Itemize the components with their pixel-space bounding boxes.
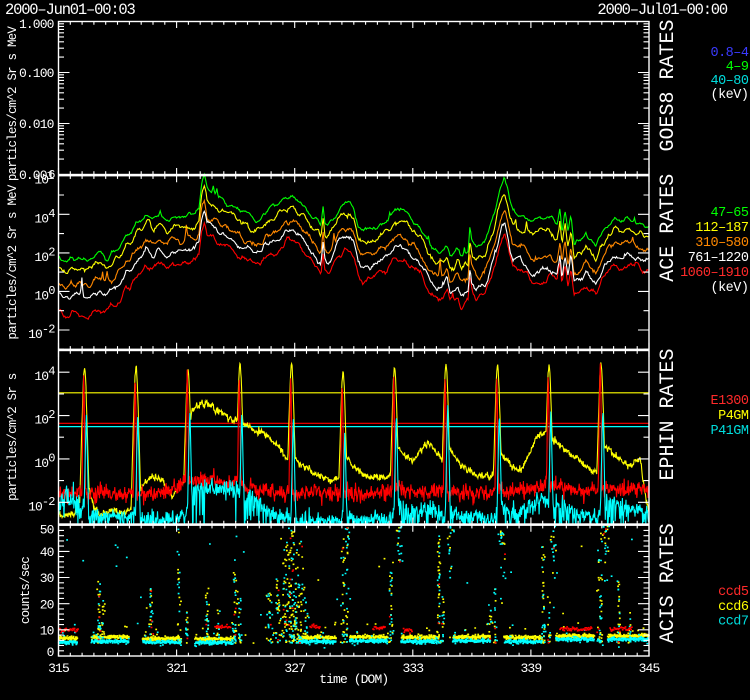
svg-text:1060–1910: 1060–1910 xyxy=(680,266,749,281)
svg-text:P4GM: P4GM xyxy=(718,409,749,424)
svg-text:345: 345 xyxy=(639,661,660,676)
svg-text:(keV): (keV) xyxy=(710,281,748,296)
svg-text:47–65: 47–65 xyxy=(710,206,748,221)
svg-text:339: 339 xyxy=(521,661,542,676)
svg-text:327: 327 xyxy=(284,661,305,676)
svg-text:0.010: 0.010 xyxy=(19,117,54,132)
svg-text:315: 315 xyxy=(48,661,69,676)
svg-text:GOES8 RATES: GOES8 RATES xyxy=(657,20,680,152)
svg-text:particles/cm^2 Sr s MeV: particles/cm^2 Sr s MeV xyxy=(6,184,20,339)
svg-text:310–580: 310–580 xyxy=(695,236,749,251)
svg-text:761–1220: 761–1220 xyxy=(688,251,749,266)
svg-text:10: 10 xyxy=(40,624,54,639)
svg-text:E1300: E1300 xyxy=(710,394,748,409)
svg-text:0: 0 xyxy=(47,645,54,660)
svg-text:1.000: 1.000 xyxy=(19,17,54,32)
svg-text:(keV): (keV) xyxy=(710,88,748,103)
svg-text:112–187: 112–187 xyxy=(695,221,749,236)
svg-text:ccd5: ccd5 xyxy=(718,585,749,600)
svg-text:2000–Jul01–00:00: 2000–Jul01–00:00 xyxy=(597,1,728,19)
svg-text:40: 40 xyxy=(40,545,54,560)
svg-text:20: 20 xyxy=(40,597,54,612)
svg-text:4–9: 4–9 xyxy=(726,60,749,75)
svg-text:30: 30 xyxy=(40,571,54,586)
svg-text:0.100: 0.100 xyxy=(19,66,54,81)
svg-text:ACIS RATES: ACIS RATES xyxy=(657,523,680,643)
svg-text:particles/cm^2 Sr s MeV: particles/cm^2 Sr s MeV xyxy=(6,26,20,181)
svg-text:counts/sec: counts/sec xyxy=(19,557,33,624)
svg-text:particles/cm^2 Sr s: particles/cm^2 Sr s xyxy=(6,373,20,501)
svg-text:time (DOM): time (DOM) xyxy=(319,672,388,687)
svg-text:333: 333 xyxy=(402,661,423,676)
svg-text:EPHIN RATES: EPHIN RATES xyxy=(657,349,680,481)
svg-text:ccd7: ccd7 xyxy=(718,615,749,630)
svg-text:ACE RATES: ACE RATES xyxy=(657,174,680,282)
svg-text:40–80: 40–80 xyxy=(710,74,748,89)
svg-text:ccd6: ccd6 xyxy=(718,600,749,615)
svg-text:P41GM: P41GM xyxy=(710,424,748,439)
svg-text:50: 50 xyxy=(40,523,54,538)
svg-text:321: 321 xyxy=(166,661,188,676)
svg-text:0.8–4: 0.8–4 xyxy=(710,46,748,61)
